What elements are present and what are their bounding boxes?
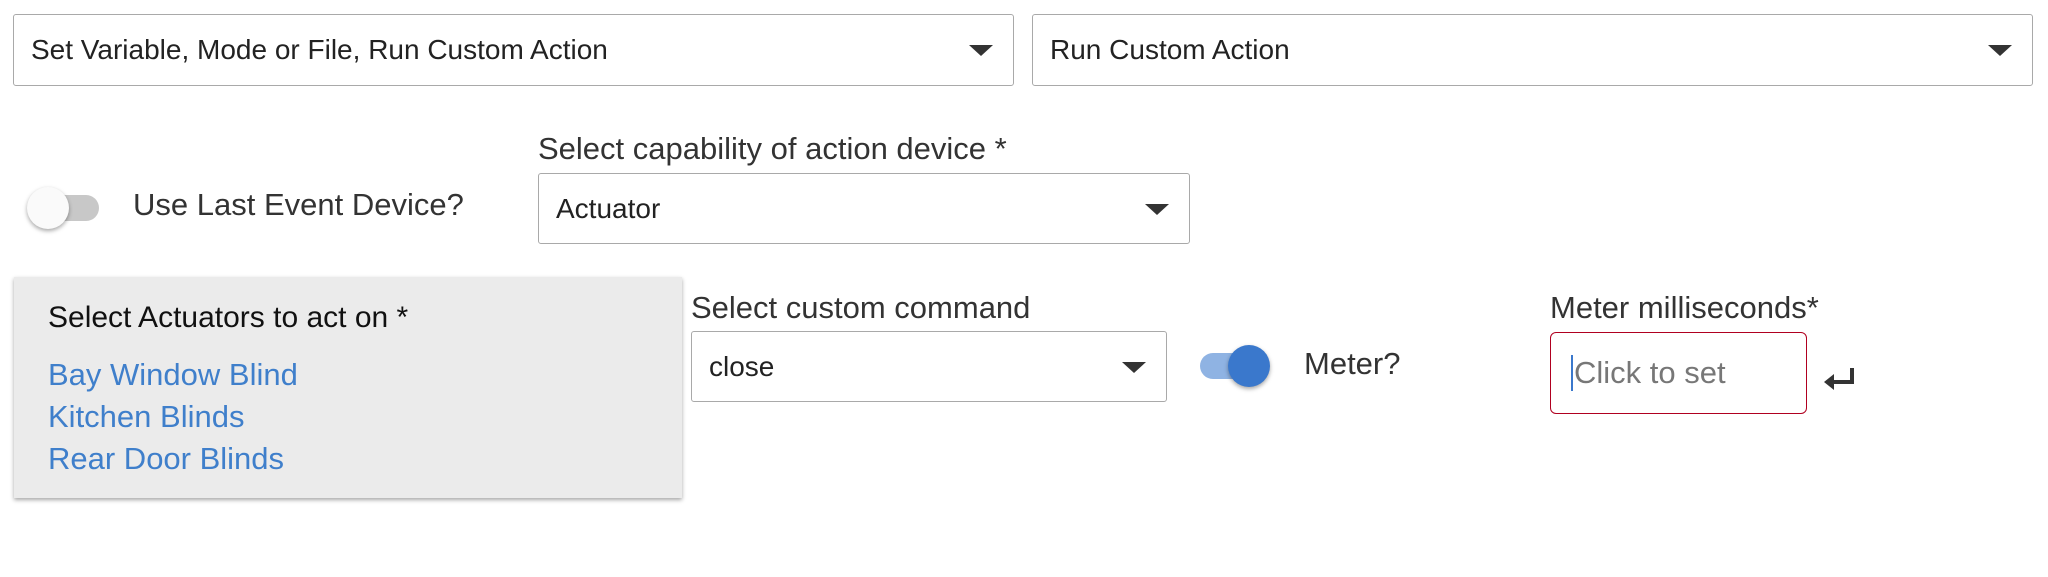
device-link-rear-door-blinds[interactable]: Rear Door Blinds — [48, 441, 284, 477]
action-select-value: Run Custom Action — [1050, 34, 1290, 65]
meter-ms-input[interactable]: Click to set — [1550, 332, 1807, 414]
capability-select-value: Actuator — [556, 192, 661, 224]
meter-label: Meter? — [1304, 346, 1401, 381]
text-cursor — [1571, 355, 1573, 391]
device-list-card: Select Actuators to act on * Bay Window … — [14, 277, 682, 498]
meter-ms-label: Meter milliseconds* — [1550, 290, 1819, 325]
action-select[interactable]: Run Custom Action — [1032, 14, 2033, 86]
use-last-event-device-toggle[interactable] — [27, 187, 103, 231]
caret-down-icon — [1145, 203, 1169, 215]
device-link-bay-window-blind[interactable]: Bay Window Blind — [48, 357, 298, 393]
capability-label: Select capability of action device * — [538, 131, 1007, 166]
action-type-select[interactable]: Set Variable, Mode or File, Run Custom A… — [13, 14, 1014, 86]
toggle-knob — [1228, 345, 1270, 387]
capability-select[interactable]: Actuator — [538, 173, 1190, 244]
toggle-knob — [27, 187, 69, 229]
custom-command-select[interactable]: close — [691, 331, 1167, 402]
custom-command-label: Select custom command — [691, 290, 1031, 325]
meter-toggle[interactable] — [1200, 345, 1272, 389]
device-list-title: Select Actuators to act on * — [48, 301, 409, 334]
meter-ms-placeholder: Click to set — [1574, 355, 1726, 390]
device-link-kitchen-blinds[interactable]: Kitchen Blinds — [48, 399, 244, 435]
caret-down-icon — [1988, 45, 2012, 56]
caret-down-icon — [1122, 361, 1146, 373]
custom-command-select-value: close — [709, 350, 775, 382]
enter-icon[interactable] — [1822, 366, 1858, 394]
caret-down-icon — [969, 45, 993, 56]
use-last-event-device-label: Use Last Event Device? — [133, 187, 464, 222]
action-type-select-value: Set Variable, Mode or File, Run Custom A… — [31, 34, 608, 65]
